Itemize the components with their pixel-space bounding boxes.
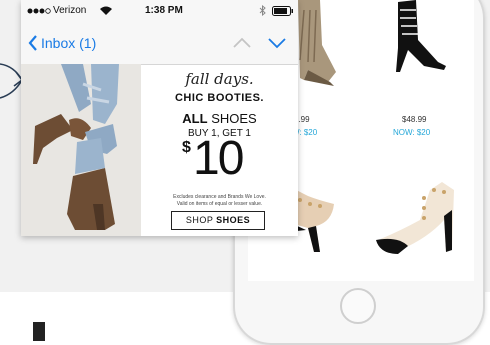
clock: 1:38 PM bbox=[145, 5, 183, 16]
fine-print-line: Valid on items of equal or lesser value. bbox=[176, 201, 263, 207]
promo-all-shoes: ALL SHOES bbox=[141, 111, 298, 126]
promo-shoes: SHOES bbox=[211, 111, 257, 126]
promo-amount: 10 bbox=[193, 132, 244, 185]
next-message-icon[interactable] bbox=[267, 37, 287, 49]
battery-icon bbox=[272, 6, 293, 16]
wifi-icon bbox=[100, 6, 112, 15]
shop-button-label: SHOP bbox=[185, 215, 214, 225]
shop-button-label-bold: SHOES bbox=[216, 215, 251, 225]
promo-fine-print: Excludes clearance and Brands We Love. V… bbox=[147, 194, 292, 208]
promo-price: $ 10 bbox=[182, 132, 262, 187]
mail-nav-bar: Inbox (1) bbox=[21, 22, 298, 65]
bluetooth-icon bbox=[259, 5, 266, 16]
product-image-fringe-boot bbox=[298, 0, 336, 86]
promo-script-line: fall days. bbox=[185, 70, 254, 88]
home-button[interactable] bbox=[340, 288, 376, 324]
shop-shoes-button[interactable]: SHOP SHOES bbox=[171, 211, 265, 230]
signal-strength-icon bbox=[27, 8, 51, 14]
email-view: Verizon 1:38 PM Inbox (1) fall days. CHI… bbox=[21, 0, 298, 236]
promo-headline: CHIC BOOTIES. bbox=[174, 92, 264, 104]
cropped-heading-glyph bbox=[33, 322, 45, 341]
promo-panel: fall days. CHIC BOOTIES. ALL SHOES BUY 1… bbox=[141, 64, 298, 236]
carrier-name: Verizon bbox=[53, 5, 87, 16]
product-price: $48.99 bbox=[402, 115, 427, 124]
status-bar: Verizon 1:38 PM bbox=[21, 0, 298, 22]
hero-boots-photo bbox=[21, 64, 141, 236]
product-sale-price: NOW: $20 bbox=[393, 128, 431, 137]
promo-all: ALL bbox=[182, 111, 208, 126]
fine-print-line: Excludes clearance and Brands We Love. bbox=[173, 194, 266, 200]
promo-dollar-sign: $ bbox=[182, 139, 191, 156]
chevron-left-icon[interactable] bbox=[28, 34, 38, 52]
previous-message-icon[interactable] bbox=[232, 37, 252, 49]
product-image-caged-heel bbox=[396, 0, 446, 72]
inbox-back-link[interactable]: Inbox (1) bbox=[41, 35, 96, 51]
product-image-tstrap-heel bbox=[376, 182, 454, 254]
